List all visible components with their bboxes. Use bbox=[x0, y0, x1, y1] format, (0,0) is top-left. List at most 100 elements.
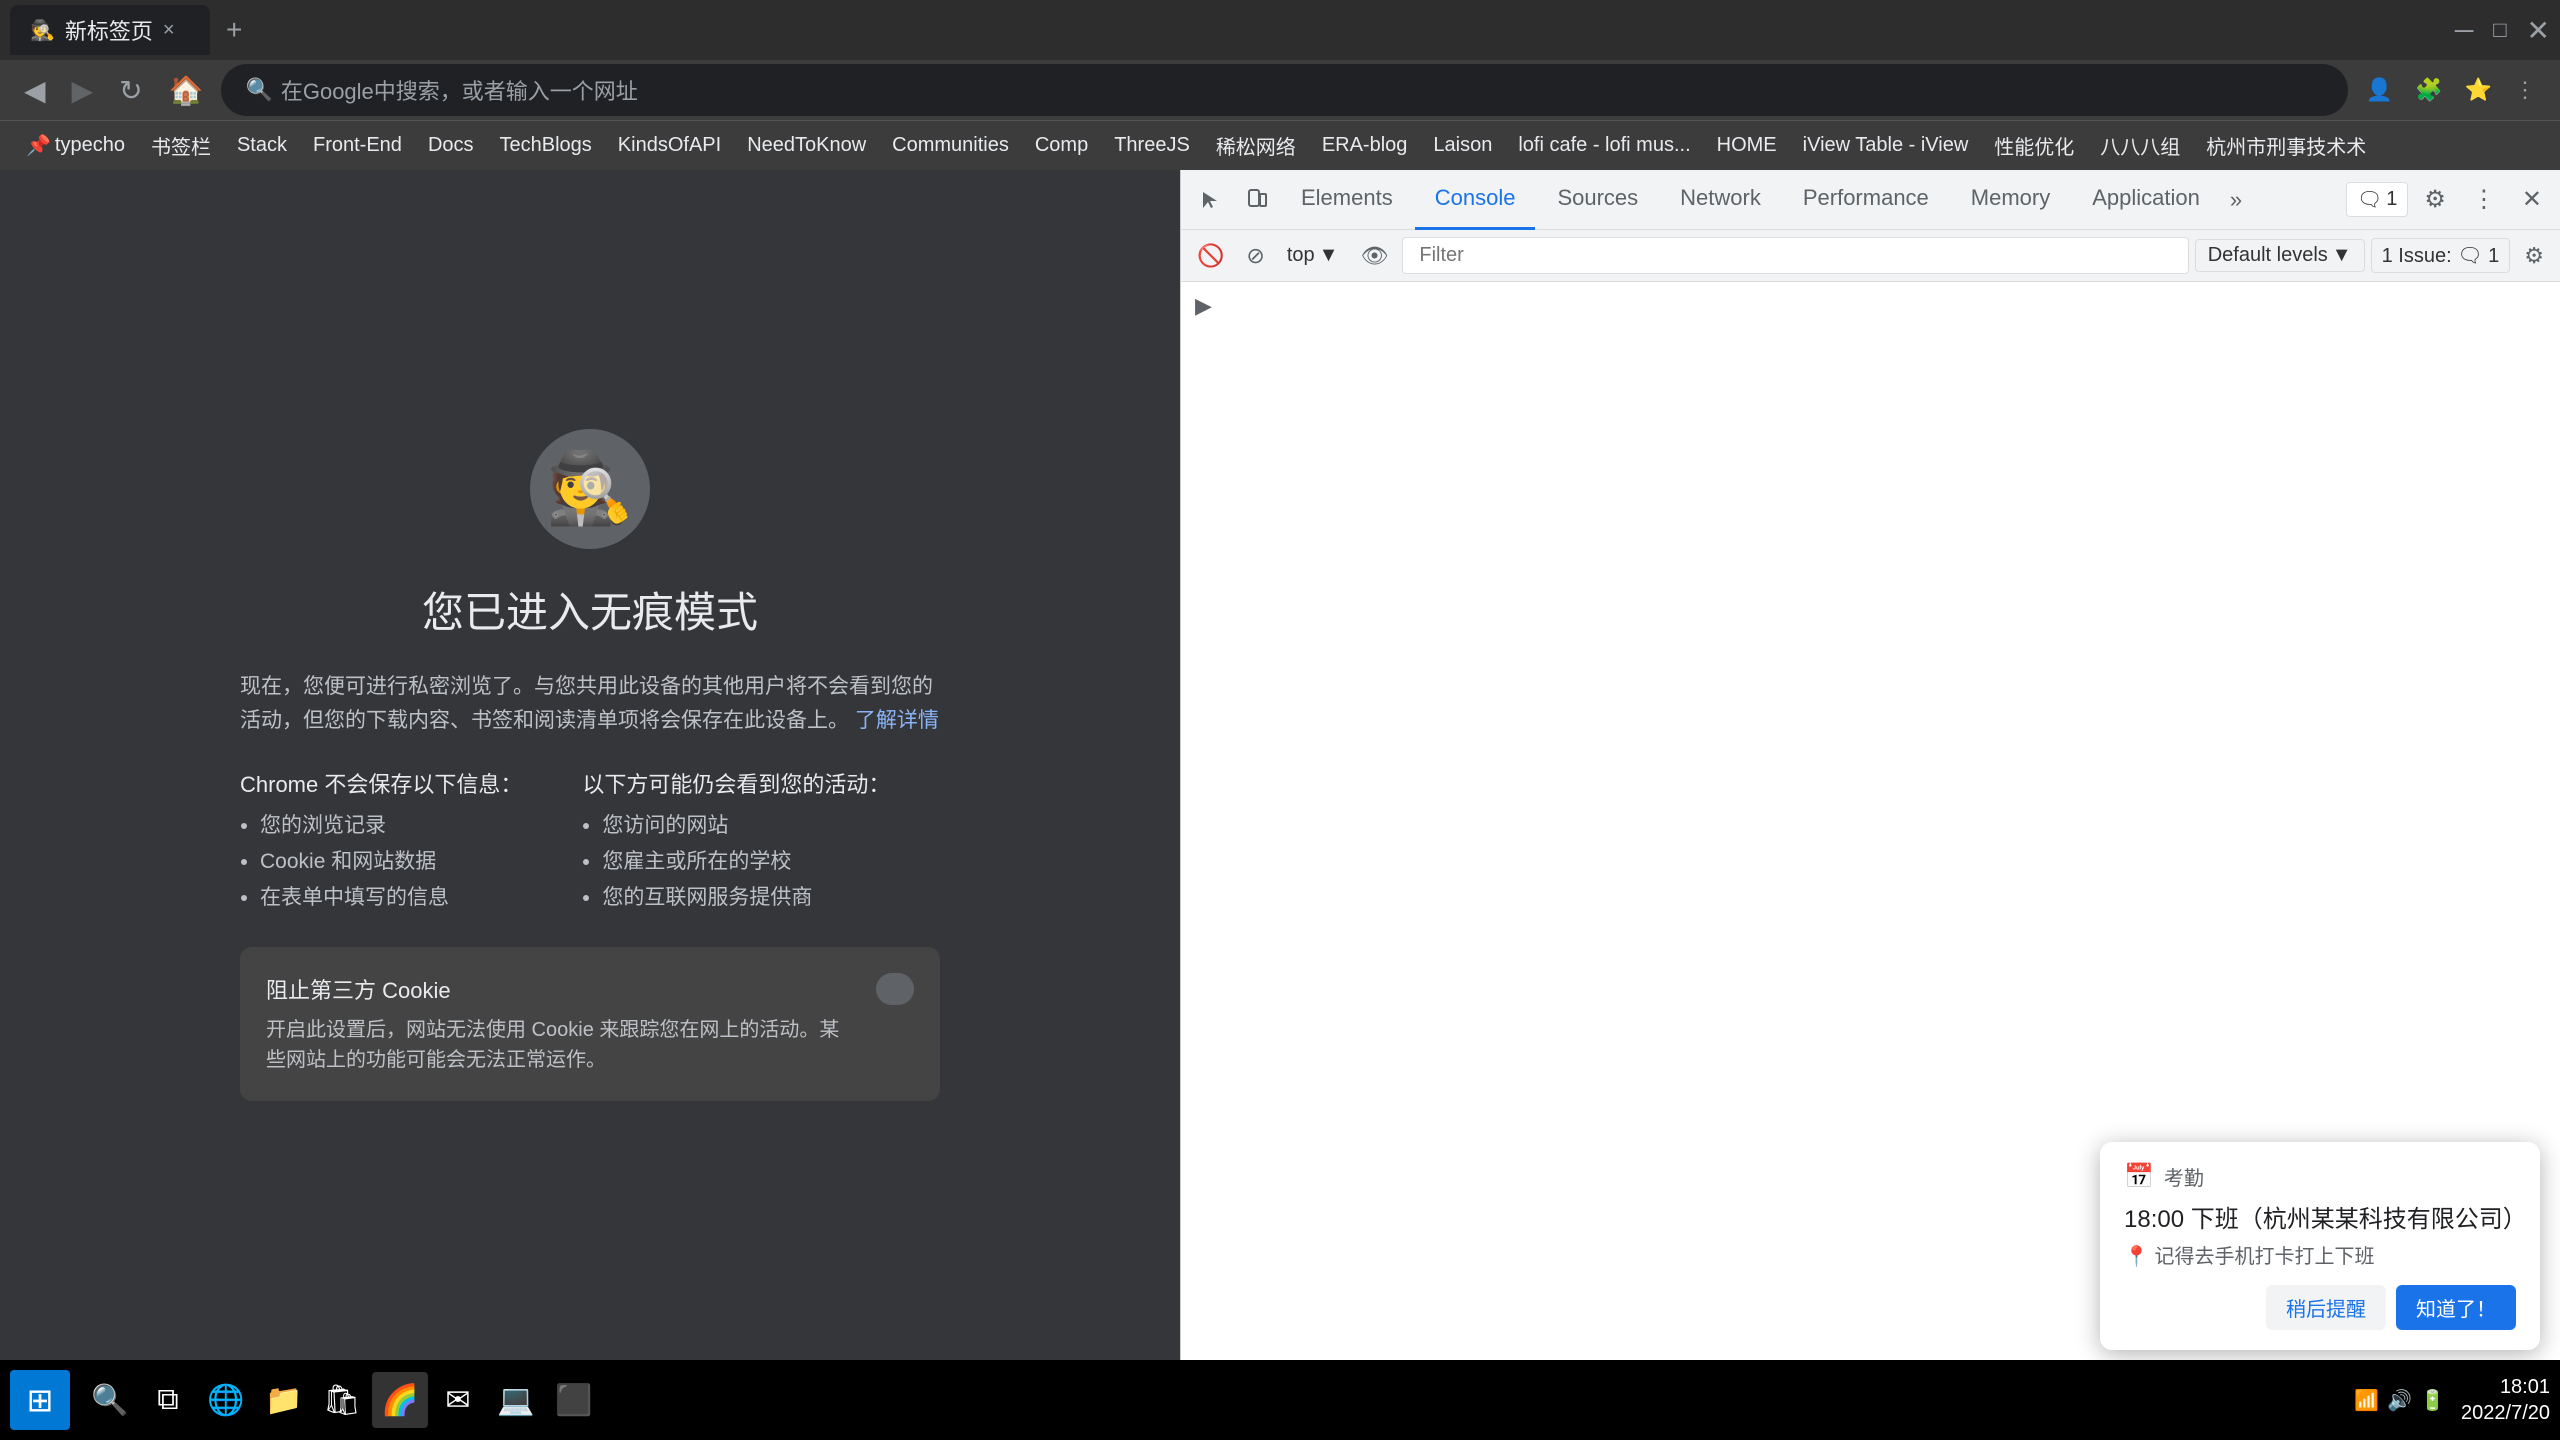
bookmark-2[interactable]: Stack bbox=[227, 130, 297, 161]
element-picker-button[interactable] bbox=[1189, 182, 1233, 218]
clear-console-button[interactable]: 🚫 bbox=[1189, 239, 1232, 273]
issue-count[interactable]: 1 Issue: 🗨 1 bbox=[2371, 238, 2511, 273]
tab-label: 新标签页 bbox=[65, 14, 153, 46]
system-tray: 📶 🔊 🔋 bbox=[2354, 1388, 2445, 1413]
cookie-settings-box: 阻止第三方 Cookie 开启此设置后，网站无法使用 Cookie 来跟踪您在网… bbox=[240, 947, 940, 1101]
taskbar-code[interactable]: 💻 bbox=[488, 1372, 544, 1428]
bookmark-10[interactable]: ThreeJS bbox=[1104, 130, 1200, 161]
devtools-toolbar: Elements Console Sources Network Perform… bbox=[1181, 170, 2560, 230]
devtools-settings-button[interactable]: ⚙ bbox=[2414, 179, 2456, 220]
tab-console[interactable]: Console bbox=[1415, 170, 1536, 230]
incognito-icon-glyph: 🕵 bbox=[546, 448, 633, 530]
tab-sources[interactable]: Sources bbox=[1537, 170, 1658, 230]
notification-header: 📅 考勤 bbox=[2124, 1162, 2516, 1191]
start-button[interactable]: ⊞ bbox=[10, 1370, 70, 1430]
console-settings-button[interactable]: ⚙ bbox=[2516, 239, 2552, 273]
more-tabs-button[interactable]: » bbox=[2222, 187, 2250, 213]
bookmark-8[interactable]: Communities bbox=[882, 130, 1019, 161]
incognito-avatar: 🕵 bbox=[530, 429, 650, 549]
notification-confirm-button[interactable]: 知道了！ bbox=[2396, 1285, 2516, 1330]
bookmark-19[interactable]: 杭州市刑事技术术 bbox=[2196, 127, 2376, 164]
notification-body: 📍 记得去手机打卡打上下班 bbox=[2124, 1240, 2516, 1269]
learn-more-link[interactable]: 了解详情 bbox=[855, 709, 939, 732]
bookmark-icon[interactable]: ⭐ bbox=[2457, 73, 2500, 107]
bookmark-13[interactable]: Laison bbox=[1423, 130, 1502, 161]
home-button[interactable]: 🏠 bbox=[161, 70, 212, 111]
bookmark-typecho[interactable]: 📌 typecho bbox=[16, 129, 135, 162]
notification-actions: 稍后提醒 知道了！ bbox=[2124, 1285, 2516, 1330]
third-party-cookie-toggle[interactable] bbox=[876, 973, 914, 1005]
settings-icon[interactable]: ⋮ bbox=[2506, 73, 2544, 107]
context-selector[interactable]: top ▼ bbox=[1279, 240, 1347, 271]
tab-network[interactable]: Network bbox=[1660, 170, 1781, 230]
notification-popup: 📅 考勤 18:00 下班（杭州某某科技有限公司） 📍 记得去手机打卡打上下班 … bbox=[2100, 1142, 2540, 1350]
tab-elements[interactable]: Elements bbox=[1281, 170, 1413, 230]
maximize-button[interactable]: □ bbox=[2493, 17, 2506, 43]
extensions-icon[interactable]: 🧩 bbox=[2407, 73, 2450, 107]
bookmark-9[interactable]: Comp bbox=[1025, 130, 1098, 161]
taskbar-store[interactable]: 🛍 bbox=[314, 1372, 370, 1428]
bookmark-18[interactable]: 八八八组 bbox=[2090, 127, 2190, 164]
profile-icon[interactable]: 👤 bbox=[2358, 73, 2401, 107]
taskbar-file-explorer[interactable]: 📁 bbox=[256, 1372, 312, 1428]
default-levels-dropdown-icon: ▼ bbox=[2332, 244, 2352, 267]
bookmark-11[interactable]: 稀松网络 bbox=[1206, 127, 1306, 164]
active-tab[interactable]: 🕵 新标签页 × bbox=[10, 5, 210, 55]
device-mode-button[interactable] bbox=[1235, 182, 1279, 218]
bookmark-16[interactable]: iView Table - iView bbox=[1793, 130, 1979, 161]
default-levels-button[interactable]: Default levels ▼ bbox=[2195, 239, 2365, 272]
browser-chrome: 🕵 新标签页 × + ─ □ ✕ ◀ ▶ ↻ 🏠 🔍 在Google中搜索，或者… bbox=[0, 0, 2560, 170]
incognito-info-grid: Chrome 不会保存以下信息： 您的浏览记录 Cookie 和网站数据 在表单… bbox=[240, 767, 940, 917]
search-icon: 🔍 bbox=[245, 77, 272, 103]
minimize-button[interactable]: ─ bbox=[2455, 15, 2473, 46]
devtools-close-button[interactable]: ✕ bbox=[2512, 179, 2552, 220]
chrome-saves-col: Chrome 不会保存以下信息： 您的浏览记录 Cookie 和网站数据 在表单… bbox=[240, 767, 522, 917]
bookmark-12[interactable]: ERA-blog bbox=[1312, 130, 1418, 161]
devtools-more-button[interactable]: ⋮ bbox=[2462, 179, 2506, 220]
taskbar-edge[interactable]: 🌐 bbox=[198, 1372, 254, 1428]
bookmark-5[interactable]: TechBlogs bbox=[490, 130, 602, 161]
bookmarks-bar: 📌 typecho 书签栏 Stack Front-End Docs TechB… bbox=[0, 120, 2560, 170]
taskbar-chrome[interactable]: 🌈 bbox=[372, 1372, 428, 1428]
address-text: 在Google中搜索，或者输入一个网址 bbox=[281, 74, 638, 106]
bookmark-14[interactable]: lofi cafe - lofi mus... bbox=[1508, 130, 1700, 161]
console-message-count[interactable]: 🗨 1 bbox=[2346, 182, 2409, 217]
bookmark-7[interactable]: NeedToKnow bbox=[737, 130, 876, 161]
back-button[interactable]: ◀ bbox=[16, 70, 54, 111]
bookmark-4[interactable]: Docs bbox=[418, 130, 484, 161]
taskbar-mail[interactable]: ✉ bbox=[430, 1372, 486, 1428]
address-bar-row: ◀ ▶ ↻ 🏠 🔍 在Google中搜索，或者输入一个网址 👤 🧩 ⭐ ⋮ bbox=[0, 60, 2560, 120]
incognito-small-icon: 🕵 bbox=[30, 18, 55, 43]
tab-performance[interactable]: Performance bbox=[1783, 170, 1949, 230]
notification-dismiss-button[interactable]: 稍后提醒 bbox=[2266, 1285, 2386, 1330]
bookmark-3[interactable]: Front-End bbox=[303, 130, 412, 161]
taskbar-task-view[interactable]: ⧉ bbox=[140, 1372, 196, 1428]
clock[interactable]: 18:01 2022/7/20 bbox=[2461, 1374, 2550, 1426]
bookmark-6[interactable]: KindsOfAPI bbox=[608, 130, 731, 161]
tab-memory[interactable]: Memory bbox=[1951, 170, 2070, 230]
tab-close-button[interactable]: × bbox=[163, 19, 175, 42]
filter-toggle-button[interactable]: ⊘ bbox=[1238, 239, 1272, 273]
address-bar[interactable]: 🔍 在Google中搜索，或者输入一个网址 bbox=[221, 64, 2347, 116]
close-window-button[interactable]: ✕ bbox=[2527, 14, 2550, 47]
incognito-page: 🕵 您已进入无痕模式 现在，您便可进行私密浏览了。与您共用此设备的其他用户将不会… bbox=[0, 170, 1180, 1360]
bookmark-1[interactable]: 书签栏 bbox=[141, 127, 221, 164]
taskbar-terminal[interactable]: ⬛ bbox=[546, 1372, 602, 1428]
forward-button[interactable]: ▶ bbox=[64, 70, 102, 111]
tab-application[interactable]: Application bbox=[2072, 170, 2220, 230]
taskbar-search[interactable]: 🔍 bbox=[82, 1372, 138, 1428]
bookmark-icon-typecho: 📌 bbox=[26, 133, 51, 158]
bookmark-17[interactable]: 性能优化 bbox=[1984, 127, 2084, 164]
toolbar-icons: 👤 🧩 ⭐ ⋮ bbox=[2358, 73, 2544, 107]
cookie-text: 阻止第三方 Cookie 开启此设置后，网站无法使用 Cookie 来跟踪您在网… bbox=[266, 973, 846, 1075]
filter-input[interactable] bbox=[1402, 237, 2188, 274]
tab-bar: 🕵 新标签页 × + ─ □ ✕ bbox=[0, 0, 2560, 60]
cookie-row: 阻止第三方 Cookie 开启此设置后，网站无法使用 Cookie 来跟踪您在网… bbox=[266, 973, 914, 1075]
taskbar: ⊞ 🔍 ⧉ 🌐 📁 🛍 🌈 ✉ 💻 ⬛ 📶 🔊 🔋 18:01 2022/7/2… bbox=[0, 1360, 2560, 1440]
bookmark-15[interactable]: HOME bbox=[1707, 130, 1787, 161]
refresh-button[interactable]: ↻ bbox=[111, 70, 150, 111]
new-tab-button[interactable]: + bbox=[214, 14, 254, 46]
notification-time: 18:00 下班（杭州某某科技有限公司） bbox=[2124, 1199, 2516, 1234]
console-input-arrow[interactable]: ▶ bbox=[1191, 289, 1216, 322]
eye-icon-button[interactable]: 👁 bbox=[1352, 239, 1396, 273]
